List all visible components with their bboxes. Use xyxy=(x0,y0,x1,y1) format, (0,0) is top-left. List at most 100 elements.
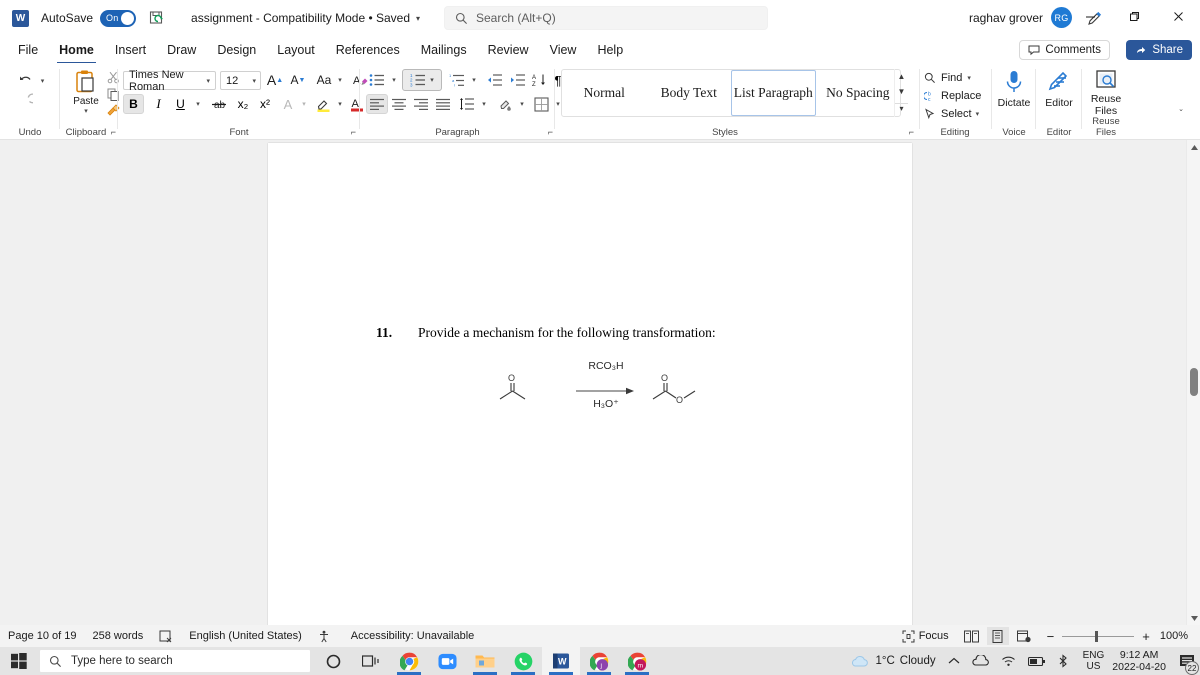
select-dropdown-caret[interactable]: ▾ xyxy=(976,110,980,118)
underline-button[interactable]: U xyxy=(170,94,191,114)
zoom-slider-thumb[interactable] xyxy=(1095,631,1098,642)
tab-layout[interactable]: Layout xyxy=(267,40,325,60)
style-no-spacing[interactable]: No Spacing xyxy=(816,70,901,116)
styles-scroll-up[interactable]: ▲ xyxy=(898,73,906,81)
zoom-slider[interactable] xyxy=(1062,636,1134,637)
page-indicator[interactable]: Page 10 of 19 xyxy=(8,630,77,642)
tab-draw[interactable]: Draw xyxy=(157,40,206,60)
zoom-level[interactable]: 100% xyxy=(1160,630,1188,642)
replace-button[interactable]: b c Replace xyxy=(924,87,981,104)
spellcheck-icon[interactable] xyxy=(159,630,173,643)
chevron-down-icon[interactable]: ▾ xyxy=(206,77,210,85)
language-indicator[interactable]: ENG US xyxy=(1083,650,1105,672)
tab-design[interactable]: Design xyxy=(207,40,266,60)
style-list-paragraph[interactable]: List Paragraph xyxy=(731,70,816,116)
onedrive-button[interactable] xyxy=(972,655,989,667)
accessibility-status[interactable]: Accessibility: Unavailable xyxy=(351,630,475,642)
styles-scroll-down[interactable]: ▼ xyxy=(898,88,906,96)
word-count[interactable]: 258 words xyxy=(93,630,144,642)
line-spacing-dropdown[interactable]: ▾ xyxy=(478,96,490,112)
redo-button[interactable] xyxy=(14,91,36,110)
taskbar-app-word[interactable]: W xyxy=(542,647,580,675)
tab-home[interactable]: Home xyxy=(49,40,104,60)
decrease-indent-button[interactable] xyxy=(484,70,506,90)
cortana-button[interactable] xyxy=(314,647,352,675)
tray-overflow-button[interactable] xyxy=(948,656,960,666)
tab-file[interactable]: File xyxy=(8,40,48,60)
web-layout-button[interactable] xyxy=(1013,627,1035,645)
font-dialog-launcher[interactable]: ⌐ xyxy=(351,127,356,137)
text-effects-dropdown[interactable]: ▾ xyxy=(298,96,310,112)
line-spacing-button[interactable] xyxy=(456,94,478,114)
start-button[interactable] xyxy=(0,647,38,675)
weather-widget[interactable]: 1°C Cloudy xyxy=(850,654,935,669)
account-area[interactable]: raghav grover RG xyxy=(969,7,1072,28)
highlight-button[interactable] xyxy=(312,94,334,114)
close-button[interactable] xyxy=(1156,0,1200,32)
document-title[interactable]: assignment - Compatibility Mode • Saved xyxy=(191,11,410,25)
shading-dropdown[interactable]: ▾ xyxy=(516,96,528,112)
shrink-font-button[interactable]: A▼ xyxy=(288,70,308,90)
scrollbar-thumb[interactable] xyxy=(1190,368,1198,396)
style-normal[interactable]: Normal xyxy=(562,70,647,116)
ribbon-collapse-button[interactable]: ⌄ xyxy=(1172,101,1190,117)
focus-mode-button[interactable]: Focus xyxy=(902,630,949,643)
share-button[interactable]: Share xyxy=(1126,40,1192,60)
restore-button[interactable] xyxy=(1112,0,1156,32)
save-sync-icon[interactable] xyxy=(149,10,165,26)
tab-references[interactable]: References xyxy=(326,40,410,60)
multilevel-list-button[interactable]: 1 a i xyxy=(446,70,468,90)
bluetooth-button[interactable] xyxy=(1058,654,1069,668)
change-case-dropdown[interactable]: ▾ xyxy=(334,72,346,88)
dictate-button[interactable]: Dictate xyxy=(992,69,1036,109)
clock[interactable]: 9:12 AM 2022-04-20 xyxy=(1112,649,1166,673)
find-dropdown-caret[interactable]: ▾ xyxy=(967,74,971,82)
tab-insert[interactable]: Insert xyxy=(105,40,156,60)
strikethrough-button[interactable]: ab xyxy=(208,94,230,114)
chevron-down-icon[interactable]: ▾ xyxy=(252,77,256,85)
increase-indent-button[interactable] xyxy=(507,70,529,90)
undo-dropdown[interactable]: ▾ xyxy=(36,73,49,88)
shading-button[interactable] xyxy=(494,94,516,114)
search-box[interactable]: Search (Alt+Q) xyxy=(444,6,768,30)
paragraph-dialog-launcher[interactable]: ⌐ xyxy=(548,127,553,137)
autosave-toggle[interactable]: On xyxy=(100,10,136,27)
network-button[interactable] xyxy=(1001,655,1016,667)
taskbar-app-chrome[interactable] xyxy=(390,647,428,675)
font-size-combobox[interactable]: 12 ▾ xyxy=(220,71,261,90)
taskbar-app-chrome-profile-m[interactable]: m xyxy=(618,647,656,675)
zoom-out-button[interactable]: − xyxy=(1047,629,1055,644)
comments-button[interactable]: Comments xyxy=(1019,40,1110,60)
taskbar-app-whatsapp[interactable] xyxy=(504,647,542,675)
find-button[interactable]: Find ▾ xyxy=(924,69,971,86)
tab-help[interactable]: Help xyxy=(587,40,633,60)
text-effects-button[interactable]: A xyxy=(278,94,298,114)
select-button[interactable]: Select ▾ xyxy=(924,105,979,122)
reuse-files-button[interactable]: Reuse Files xyxy=(1082,69,1130,117)
document-canvas[interactable]: 11. Provide a mechanism for the followin… xyxy=(0,140,1200,625)
font-name-combobox[interactable]: Times New Roman ▾ xyxy=(123,71,216,90)
battery-button[interactable] xyxy=(1028,656,1046,667)
tab-review[interactable]: Review xyxy=(478,40,539,60)
bullets-dropdown[interactable]: ▾ xyxy=(388,72,400,88)
task-view-button[interactable] xyxy=(352,647,390,675)
scroll-up-arrow[interactable] xyxy=(1187,140,1200,154)
style-body-text[interactable]: Body Text xyxy=(647,70,732,116)
accessibility-icon[interactable] xyxy=(318,630,335,643)
multilevel-dropdown[interactable]: ▾ xyxy=(468,72,480,88)
paste-button[interactable]: Paste ▾ xyxy=(68,69,104,115)
paste-dropdown-caret[interactable]: ▾ xyxy=(84,107,88,115)
document-vertical-scrollbar[interactable] xyxy=(1186,140,1200,625)
scroll-down-arrow[interactable] xyxy=(1187,611,1200,625)
taskbar-app-zoom[interactable] xyxy=(428,647,466,675)
borders-button[interactable] xyxy=(530,94,552,114)
minimize-button[interactable] xyxy=(1068,0,1112,32)
notifications-button[interactable]: 22 xyxy=(1174,647,1200,675)
align-left-button[interactable] xyxy=(366,94,388,114)
title-dropdown-caret[interactable]: ▾ xyxy=(416,14,420,23)
styles-dialog-launcher[interactable]: ⌐ xyxy=(909,127,914,137)
undo-button[interactable] xyxy=(14,71,36,90)
read-mode-button[interactable] xyxy=(961,627,983,645)
align-center-button[interactable] xyxy=(388,94,410,114)
sort-button[interactable]: A Z xyxy=(529,70,549,90)
